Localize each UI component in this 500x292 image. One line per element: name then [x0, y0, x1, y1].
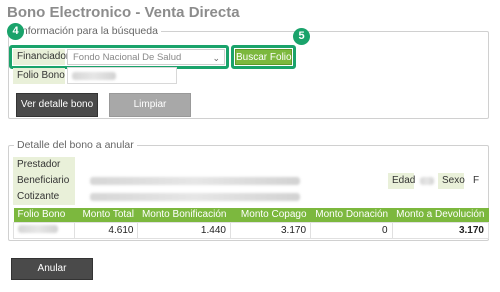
- prestador-label: Prestador: [13, 157, 75, 173]
- buscar-folio-button[interactable]: Buscar Folio: [235, 49, 292, 65]
- beneficiario-redacted: [90, 177, 300, 185]
- chevron-down-icon: ⌄: [212, 53, 220, 63]
- col-monto-copago: Monto Copago: [230, 208, 311, 222]
- col-folio-bono: Folio Bono: [13, 208, 75, 222]
- cell-monto-bonificacion: 1.440: [137, 221, 231, 239]
- edad-label: Edad: [388, 173, 415, 189]
- step-badge-4: 4: [7, 23, 24, 40]
- col-monto-bonificacion: Monto Bonificación: [137, 208, 231, 222]
- folio-bono-input[interactable]: [67, 67, 177, 84]
- page-title: Bono Electronico - Venta Directa: [7, 4, 240, 21]
- financiador-select[interactable]: Fondo Nacional De Salud ⌄: [67, 49, 225, 65]
- detail-legend: Detalle del bono a anular: [14, 139, 137, 151]
- limpiar-button[interactable]: Limpiar: [109, 93, 191, 117]
- beneficiario-label: Beneficiario: [13, 173, 75, 189]
- col-monto-devolucion: Monto a Devolución: [392, 208, 489, 222]
- cell-monto-copago: 3.170: [229, 221, 312, 239]
- cotizante-label: Cotizante: [13, 189, 75, 205]
- sexo-label: Sexo: [438, 173, 465, 189]
- ver-detalle-bono-button[interactable]: Ver detalle bono: [16, 93, 98, 117]
- table-header-row: Folio Bono Monto Total Monto Bonificació…: [13, 208, 489, 222]
- cell-monto-donacion: 0: [310, 221, 393, 239]
- step-badge-5: 5: [293, 28, 310, 45]
- financiador-label: Financiador: [13, 49, 69, 65]
- col-monto-total: Monto Total: [74, 208, 138, 222]
- cell-monto-total: 4.610: [73, 221, 139, 239]
- bono-detail-table: Folio Bono Monto Total Monto Bonificació…: [13, 208, 490, 239]
- anular-button[interactable]: Anular: [11, 258, 93, 280]
- search-legend: Información para la búsqueda: [16, 25, 161, 37]
- folio-redacted: [18, 224, 58, 233]
- edad-redacted: [420, 177, 434, 185]
- col-monto-donacion: Monto Donación: [310, 208, 393, 222]
- cotizante-redacted: [90, 193, 300, 201]
- table-row: 4.610 1.440 3.170 0 3.170: [13, 221, 490, 239]
- financiador-value: Fondo Nacional De Salud: [73, 52, 182, 63]
- cell-folio-bono: [13, 221, 75, 239]
- folio-bono-label: Folio Bono: [13, 68, 65, 84]
- folio-bono-redacted: [72, 72, 116, 80]
- sexo-value: F: [473, 175, 480, 186]
- cell-monto-devolucion: 3.170: [391, 221, 490, 239]
